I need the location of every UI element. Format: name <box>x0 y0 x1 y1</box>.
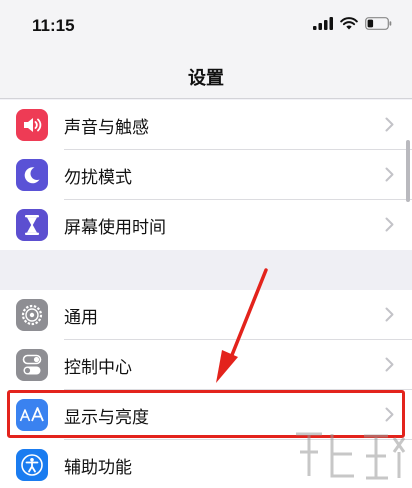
wifi-icon <box>340 17 358 30</box>
nav-divider <box>0 98 412 99</box>
settings-row-do-not-disturb[interactable]: 勿扰模式 <box>0 150 412 200</box>
section-gap <box>0 250 412 290</box>
settings-row-label: 屏幕使用时间 <box>64 217 166 238</box>
settings-row-label: 勿扰模式 <box>64 167 132 188</box>
scrollbar-thumb[interactable] <box>406 140 410 202</box>
settings-row-general[interactable]: 通用 <box>0 290 412 340</box>
settings-row-screen-time[interactable]: 屏幕使用时间 <box>0 200 412 250</box>
gear-icon <box>16 299 48 331</box>
status-bar: 11:15 <box>0 0 412 52</box>
chevron-right-icon <box>385 117 394 132</box>
chevron-right-icon <box>385 307 394 322</box>
settings-row-label: 辅助功能 <box>64 457 132 478</box>
hourglass-icon <box>16 209 48 241</box>
chevron-right-icon <box>385 217 394 232</box>
settings-group-sound: 声音与触感 勿扰模式 屏幕使用时间 <box>0 100 412 250</box>
settings-row-label: 声音与触感 <box>64 117 149 138</box>
settings-row-control-center[interactable]: 控制中心 <box>0 340 412 390</box>
watermark-logo <box>296 432 406 480</box>
status-time: 11:15 <box>32 16 75 35</box>
settings-row-sounds[interactable]: 声音与触感 <box>0 100 412 150</box>
page-title: 设置 <box>188 68 224 89</box>
settings-row-label: 显示与亮度 <box>64 407 149 428</box>
cellular-signal-icon <box>313 17 333 30</box>
chevron-right-icon <box>385 407 394 422</box>
navigation-bar: 设置 <box>0 52 412 98</box>
chevron-right-icon <box>385 167 394 182</box>
text-size-icon <box>16 399 48 431</box>
toggle-icon <box>16 349 48 381</box>
speaker-icon <box>16 109 48 141</box>
settings-row-label: 通用 <box>64 307 98 328</box>
battery-icon <box>365 17 392 30</box>
accessibility-icon <box>16 449 48 481</box>
chevron-right-icon <box>385 357 394 372</box>
status-icons <box>313 17 392 30</box>
moon-icon <box>16 159 48 191</box>
settings-row-label: 控制中心 <box>64 357 132 378</box>
